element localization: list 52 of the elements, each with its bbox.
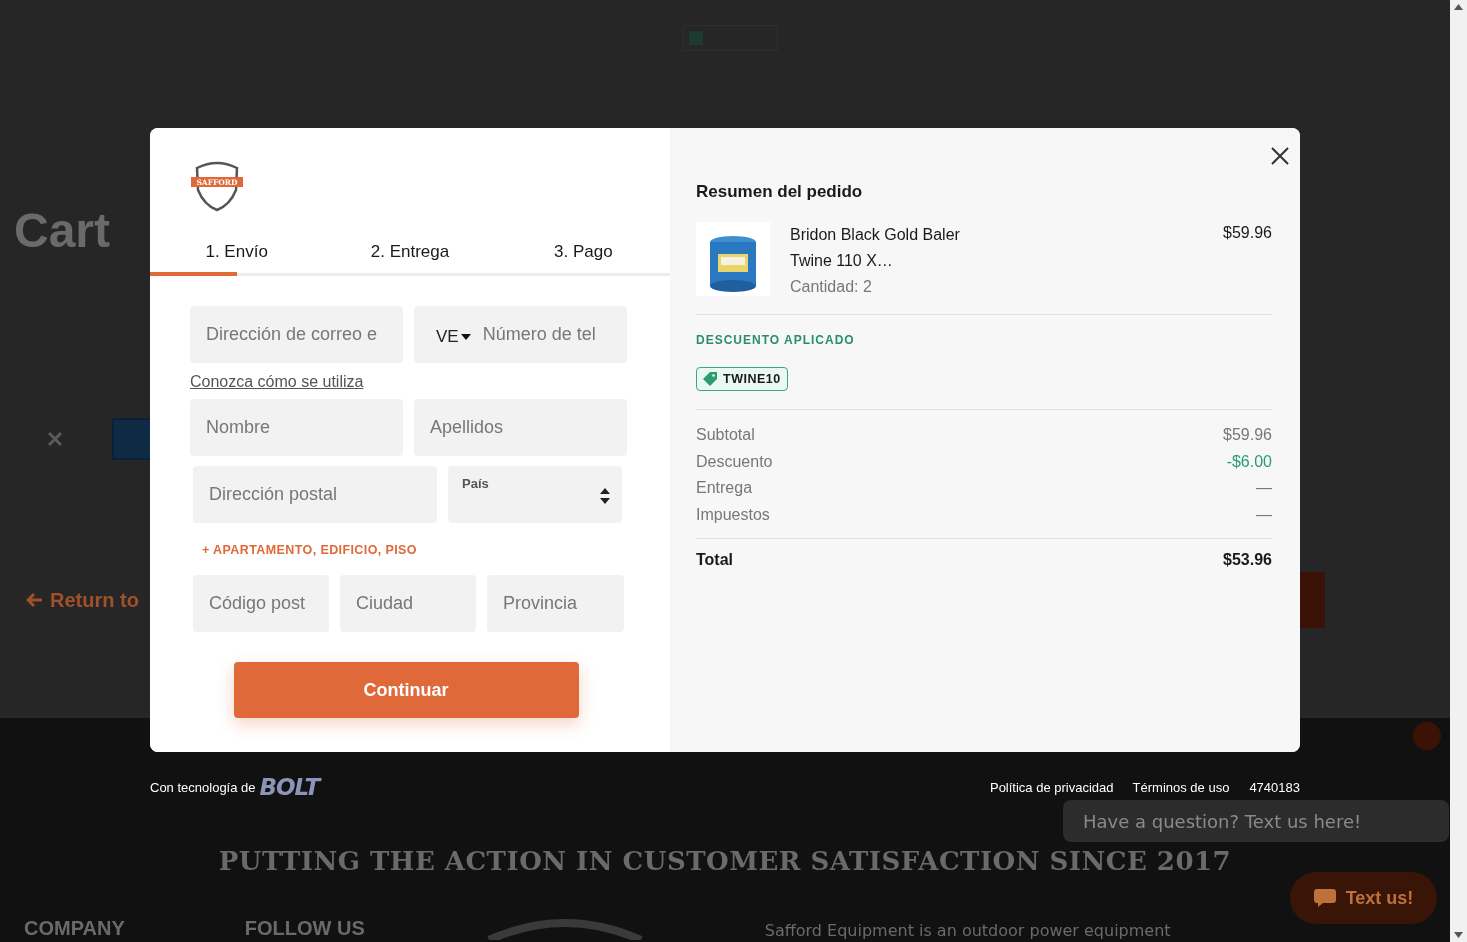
caret-icon — [460, 333, 471, 340]
summary-value: — — [1256, 505, 1272, 524]
discount-heading: DESCUENTO APLICADO — [696, 333, 856, 347]
page-title: Cart — [14, 203, 111, 258]
footer-link[interactable]: Términos de uso — [1132, 779, 1230, 795]
product-price: $59.96 — [1223, 223, 1272, 243]
summary-title: Resumen del pedido — [696, 182, 864, 202]
summary-value: $59.96 — [1223, 426, 1272, 445]
brand-logo: BOLT — [259, 774, 320, 800]
footer-heading: COMPANY — [24, 917, 125, 940]
country-code-select[interactable]: VE — [436, 322, 471, 347]
email-field[interactable]: Dirección de correo e — [190, 306, 403, 363]
arrow-left-icon — [26, 592, 44, 608]
text-us-button[interactable]: Text us! — [1290, 872, 1437, 924]
reference-number: 4740183 — [1249, 779, 1300, 795]
summary-label: Entrega — [696, 479, 753, 498]
scrollbar[interactable] — [1450, 0, 1467, 942]
first-name-field[interactable]: Nombre — [190, 399, 403, 456]
summary-label: Impuestos — [696, 505, 770, 524]
scroll-down-icon[interactable] — [1454, 932, 1463, 938]
chat-prompt[interactable]: Have a question? Text us here! — [1063, 800, 1449, 842]
step-tab[interactable]: 1. Envío — [150, 240, 324, 273]
summary-label: Subtotal — [696, 426, 755, 445]
step-tab[interactable]: 3. Pago — [496, 240, 670, 273]
address-field[interactable]: Dirección postal — [193, 466, 437, 523]
footer-link[interactable]: Política de privacidad — [989, 779, 1114, 795]
total-label: Total — [696, 551, 734, 569]
city-field[interactable]: Ciudad — [340, 575, 476, 632]
close-icon[interactable] — [1270, 146, 1290, 166]
sort-icon — [600, 488, 610, 504]
about-text: Safford Equipment is an outdoor power equipment — [764, 921, 1171, 940]
summary-label: Descuento — [696, 452, 773, 471]
last-name-field[interactable]: Apellidos — [414, 399, 627, 456]
scroll-up-icon[interactable] — [1454, 4, 1463, 10]
summary-value: — — [1256, 479, 1272, 498]
step-tab[interactable]: 2. Entrega — [323, 240, 497, 273]
phone-number-field[interactable]: Número de tel — [482, 324, 607, 345]
total-value: $53.96 — [1223, 551, 1272, 569]
province-field[interactable]: Provincia — [487, 575, 624, 632]
powered-by-label: Con tecnología de — [150, 779, 256, 795]
tag-icon — [703, 372, 717, 386]
country-select[interactable]: País — [448, 466, 622, 523]
product-quantity: Cantidad: 2 — [790, 278, 873, 296]
postal-code-field[interactable]: Código post — [193, 575, 329, 632]
footer-heading: FOLLOW US — [244, 917, 365, 940]
discount-code: TWINE10 — [723, 372, 781, 386]
chat-bubble-icon — [1313, 889, 1336, 907]
product-thumbnail — [112, 418, 152, 460]
summary-value: -$6.00 — [1226, 452, 1272, 471]
slogan: PUTTING THE ACTION IN CUSTOMER SATISFACTION SINCE 2017 — [218, 846, 1232, 876]
product-name: Bridon Black Gold Baler Twine 110 X… — [790, 225, 961, 271]
help-link[interactable]: Conozca cómo se utiliza — [190, 373, 364, 391]
